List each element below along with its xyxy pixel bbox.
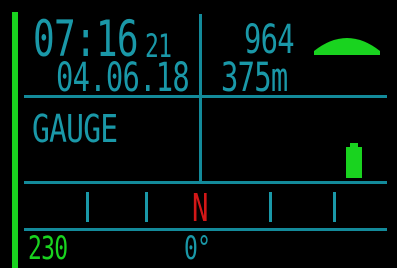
dive-computer-screen: 07:16 21 04.06.18 964 375m GAUGE N 230 0… bbox=[0, 0, 397, 268]
heading-degrees: 0° bbox=[184, 229, 211, 267]
altitude-reading: 964 bbox=[244, 17, 295, 63]
footer-left-value: 230 bbox=[28, 229, 68, 267]
battery-body bbox=[346, 147, 362, 178]
height-display: 375m bbox=[221, 55, 288, 101]
divider-vertical-middle bbox=[199, 96, 202, 182]
compass-tick bbox=[269, 192, 272, 222]
battery-icon bbox=[346, 143, 362, 178]
divider-vertical-top bbox=[199, 14, 202, 98]
status-bar bbox=[12, 12, 18, 268]
compass-tick bbox=[333, 192, 336, 222]
date-display: 04.06.18 bbox=[56, 55, 190, 101]
compass-tick bbox=[145, 192, 148, 222]
mode-label: GAUGE bbox=[32, 107, 118, 151]
compass-north-marker: N bbox=[192, 186, 209, 230]
mountain-icon bbox=[314, 38, 380, 55]
compass-tick bbox=[86, 192, 89, 222]
divider-middle bbox=[24, 181, 387, 184]
